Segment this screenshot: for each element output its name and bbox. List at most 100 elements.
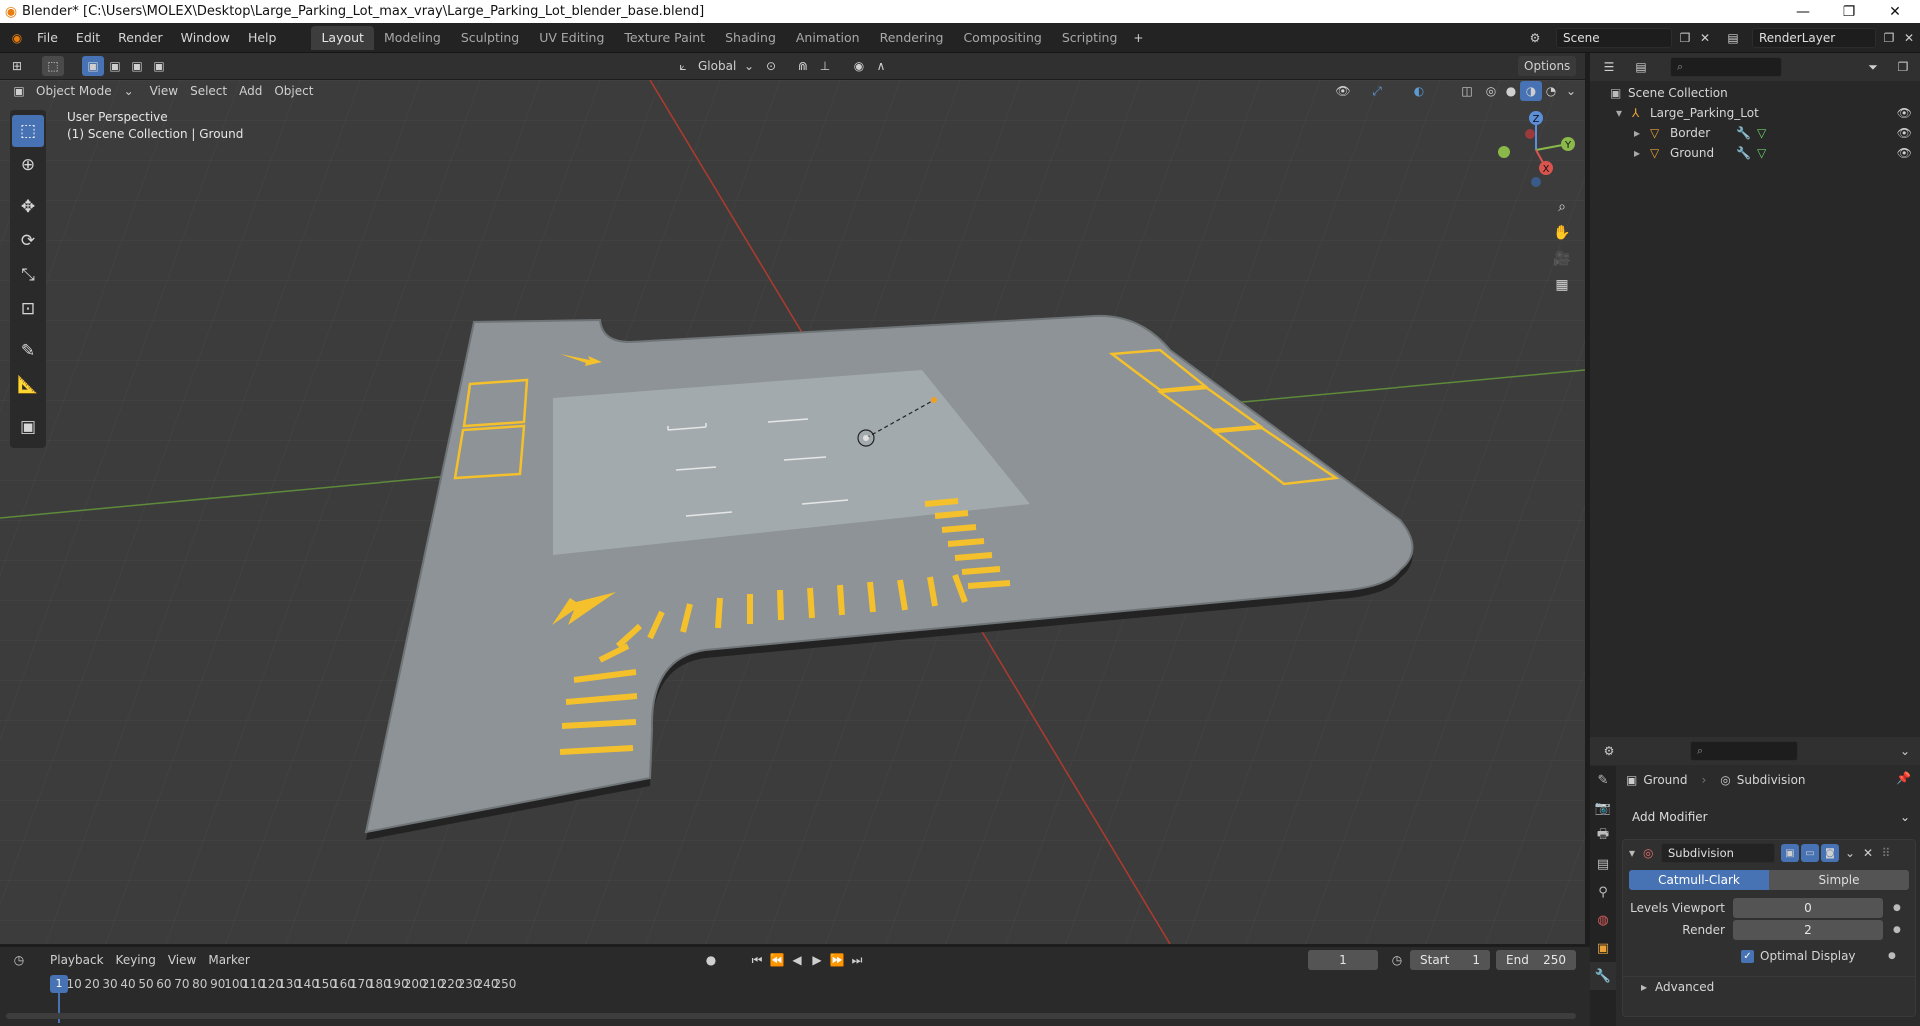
delete-view-layer-icon[interactable]: ✕ [1898,28,1920,48]
viewport-toggle-icon[interactable]: ▭ [1801,844,1819,862]
method-simple[interactable]: Simple [1769,870,1909,890]
mode-intersect-icon[interactable]: ▣ [148,56,170,76]
delete-scene-icon[interactable]: ✕ [1694,28,1716,48]
record-icon[interactable]: ● [700,950,722,970]
world-tab-icon[interactable]: ◍ [1590,906,1616,934]
annotate-tool-icon[interactable]: ✎ [12,335,44,367]
transform-tool-icon[interactable]: ⊡ [12,293,44,325]
object-tab-icon[interactable]: ▣ [1590,934,1616,962]
properties-search-input[interactable]: ⌕ [1690,741,1798,761]
start-frame-field[interactable]: Start 1 [1410,950,1490,970]
tool-tab-icon[interactable]: ✎ [1590,766,1616,794]
add-workspace-icon[interactable]: + [1127,28,1149,48]
tab-shading[interactable]: Shading [715,26,786,50]
new-view-layer-icon[interactable]: ❐ [1878,28,1900,48]
end-frame-field[interactable]: End 250 [1496,950,1576,970]
play-icon[interactable]: ▶ [806,950,828,970]
wireframe-shading-icon[interactable]: ◎ [1480,81,1502,101]
navigation-gizmo[interactable]: Z Y X [1486,104,1578,196]
modifier-name-field[interactable]: Subdivision [1661,843,1775,863]
snap-icon[interactable]: ⋒ [792,56,814,76]
material-shading-icon[interactable]: ◑ [1520,81,1542,101]
view-menu[interactable]: View [144,81,184,101]
tab-rendering[interactable]: Rendering [870,26,954,50]
mode-set-icon[interactable]: ▣ [82,56,104,76]
tree-row-scene-collection[interactable]: ▣ Scene Collection [1590,83,1920,103]
visibility-eye-icon[interactable]: 👁 [1897,146,1912,160]
play-reverse-icon[interactable]: ◀ [786,950,808,970]
falloff-icon[interactable]: ∧ [870,56,892,76]
rotate-tool-icon[interactable]: ⟳ [12,225,44,257]
minimize-icon[interactable]: — [1780,0,1826,23]
tree-row-ground[interactable]: ▸ ▽ Ground 🔧 ▽ 👁 [1590,143,1920,163]
view-layer-field[interactable]: RenderLayer [1752,27,1876,48]
properties-editor-icon[interactable]: ⚙ [1598,741,1620,761]
tab-layout[interactable]: Layout [311,25,374,50]
restore-icon[interactable]: ❐ [1826,0,1872,23]
timeline-view-menu[interactable]: View [162,950,202,970]
levels-viewport-field[interactable]: 0 [1733,898,1883,918]
move-tool-icon[interactable]: ✥ [12,191,44,223]
blender-menu-icon[interactable]: ◉ [6,28,28,48]
add-menu[interactable]: Add [233,81,268,101]
snap-target-icon[interactable]: ⊥ [814,56,836,76]
visibility-eye-icon[interactable]: 👁 [1897,126,1912,140]
tree-row-large-parking-lot[interactable]: ▾ ⅄ Large_Parking_Lot 👁 [1590,103,1920,123]
scale-tool-icon[interactable]: ⤡ [12,259,44,291]
proportional-edit-icon[interactable]: ◉ [848,56,870,76]
keyframe-dot-icon[interactable]: ● [1893,925,1901,935]
jump-start-icon[interactable]: ⏮ [746,950,768,970]
zoom-icon[interactable]: ⌕ [1549,194,1575,220]
render-toggle-icon[interactable]: ◙ [1821,844,1839,862]
expand-down-icon[interactable]: ▾ [1616,106,1632,120]
camera-view-icon[interactable]: 🎥 [1549,246,1575,272]
jump-end-icon[interactable]: ⏭ [846,950,868,970]
keyframe-dot-icon[interactable]: ● [1888,951,1896,961]
timeline-ruler[interactable]: 1 10 20 30 40 50 60 70 80 90 100 110 120 130 140 150 16… [0,973,1590,1026]
clock-icon[interactable]: ◷ [1386,950,1408,970]
remove-modifier-icon[interactable]: ✕ [1859,843,1877,863]
filter-icon[interactable]: ⏷ [1862,57,1884,77]
pin-icon[interactable]: 📌 [1896,771,1911,785]
keying-menu[interactable]: Keying [110,950,162,970]
timeline-editor-icon[interactable]: ◷ [8,950,30,970]
playback-menu[interactable]: Playback [44,950,110,970]
outliner-search-input[interactable]: ⌕ [1670,57,1782,77]
display-mode-icon[interactable]: ▤ [1630,57,1652,77]
overlays-toggle-icon[interactable]: ◐ [1408,81,1430,101]
optimal-display-checkbox[interactable]: ✓ [1741,949,1754,963]
select-menu[interactable]: Select [184,81,233,101]
view-layer-tab-icon[interactable]: ▤ [1590,850,1616,878]
perspective-toggle-icon[interactable]: ▦ [1549,272,1575,298]
transform-orientation-icon[interactable]: ⟀ [672,56,694,76]
expand-right-icon[interactable]: ▸ [1634,126,1650,140]
cursor-tool-icon[interactable]: ⊕ [12,149,44,181]
view-layer-icon[interactable]: ▤ [1722,28,1744,48]
new-scene-icon[interactable]: ❐ [1674,28,1696,48]
tab-uv-editing[interactable]: UV Editing [529,26,614,50]
scene-tab-icon[interactable]: ⚲ [1590,878,1616,906]
marker-menu[interactable]: Marker [202,950,255,970]
render-levels-field[interactable]: 2 [1733,920,1883,940]
scene-selector-icon[interactable]: ⚙ [1524,28,1546,48]
scene-name-field[interactable]: Scene [1556,27,1672,48]
menu-edit[interactable]: Edit [67,27,109,49]
menu-file[interactable]: File [28,27,67,49]
options-dropdown[interactable]: Options [1518,56,1577,76]
measure-tool-icon[interactable]: 📐 [12,369,44,401]
visibility-icon[interactable]: 👁 [1332,81,1354,101]
next-keyframe-icon[interactable]: ⏩ [826,950,848,970]
method-catmull-clark[interactable]: Catmull-Clark [1629,870,1769,890]
timeline-scrollbar[interactable] [6,1013,1576,1019]
advanced-subpanel[interactable]: ▸ Advanced [1623,976,1915,996]
collapse-icon[interactable]: ▾ [1629,846,1643,860]
render-tab-icon[interactable]: 📷 [1590,794,1616,822]
tab-compositing[interactable]: Compositing [953,26,1051,50]
visibility-eye-icon[interactable]: 👁 [1897,106,1912,120]
modifier-tab-icon[interactable]: 🔧 [1590,962,1616,990]
rendered-shading-icon[interactable]: ◔ [1540,81,1562,101]
object-mode-dropdown[interactable]: Object Mode [30,81,118,101]
menu-help[interactable]: Help [239,27,286,49]
xray-toggle-icon[interactable]: ◫ [1456,81,1478,101]
mode-subtract-icon[interactable]: ▣ [126,56,148,76]
